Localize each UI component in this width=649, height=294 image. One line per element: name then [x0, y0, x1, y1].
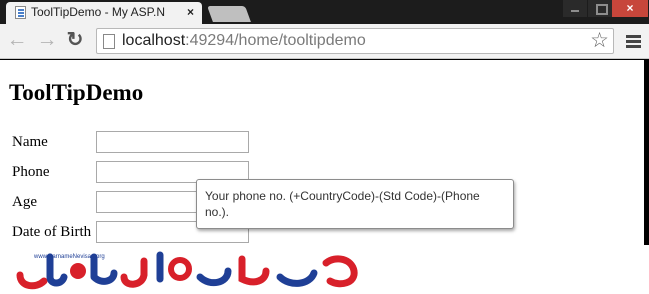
url-host: localhost: [122, 32, 186, 49]
menu-icon[interactable]: [626, 35, 641, 38]
url-text: localhost:49294/home/tooltipdemo: [122, 32, 366, 50]
reload-icon[interactable]: ↻: [64, 30, 86, 52]
phone-label: Phone: [12, 164, 50, 180]
page-title: ToolTipDemo: [9, 80, 144, 105]
phone-tooltip: Your phone no. (+CountryCode)-(Std Code)…: [196, 179, 514, 229]
tab-tooltipdemo[interactable]: ToolTipDemo - My ASP.N ×: [6, 2, 202, 24]
tab-strip: ToolTipDemo - My ASP.N × ×: [0, 0, 649, 24]
window-border: [644, 60, 649, 245]
page-icon: [103, 34, 115, 49]
bookmark-star-icon[interactable]: ☆: [590, 30, 609, 52]
maximize-button[interactable]: [588, 0, 612, 17]
forward-arrow-icon[interactable]: →: [36, 29, 58, 52]
watermark-logo: www.BarnameNevisan.org: [16, 251, 358, 290]
minimize-button[interactable]: [563, 0, 587, 17]
logo-site-url: www.BarnameNevisan.org: [33, 254, 105, 260]
tab-close-icon[interactable]: ×: [187, 2, 194, 22]
close-window-button[interactable]: ×: [612, 0, 648, 17]
date-of-birth-label: Date of Birth: [12, 224, 92, 240]
name-input[interactable]: [96, 131, 249, 153]
back-arrow-icon[interactable]: ←: [6, 29, 28, 52]
url-path: :49294/home/tooltipdemo: [185, 32, 366, 49]
browser-toolbar: ← → ↻ localhost:49294/home/tooltipdemo ☆: [0, 24, 649, 59]
tab-title: ToolTipDemo - My ASP.N: [31, 5, 166, 19]
page-favicon-icon: [15, 6, 26, 19]
age-label: Age: [12, 194, 37, 210]
address-bar[interactable]: localhost:49294/home/tooltipdemo ☆: [96, 28, 614, 54]
new-tab-button[interactable]: [207, 6, 251, 22]
name-label: Name: [12, 134, 48, 150]
